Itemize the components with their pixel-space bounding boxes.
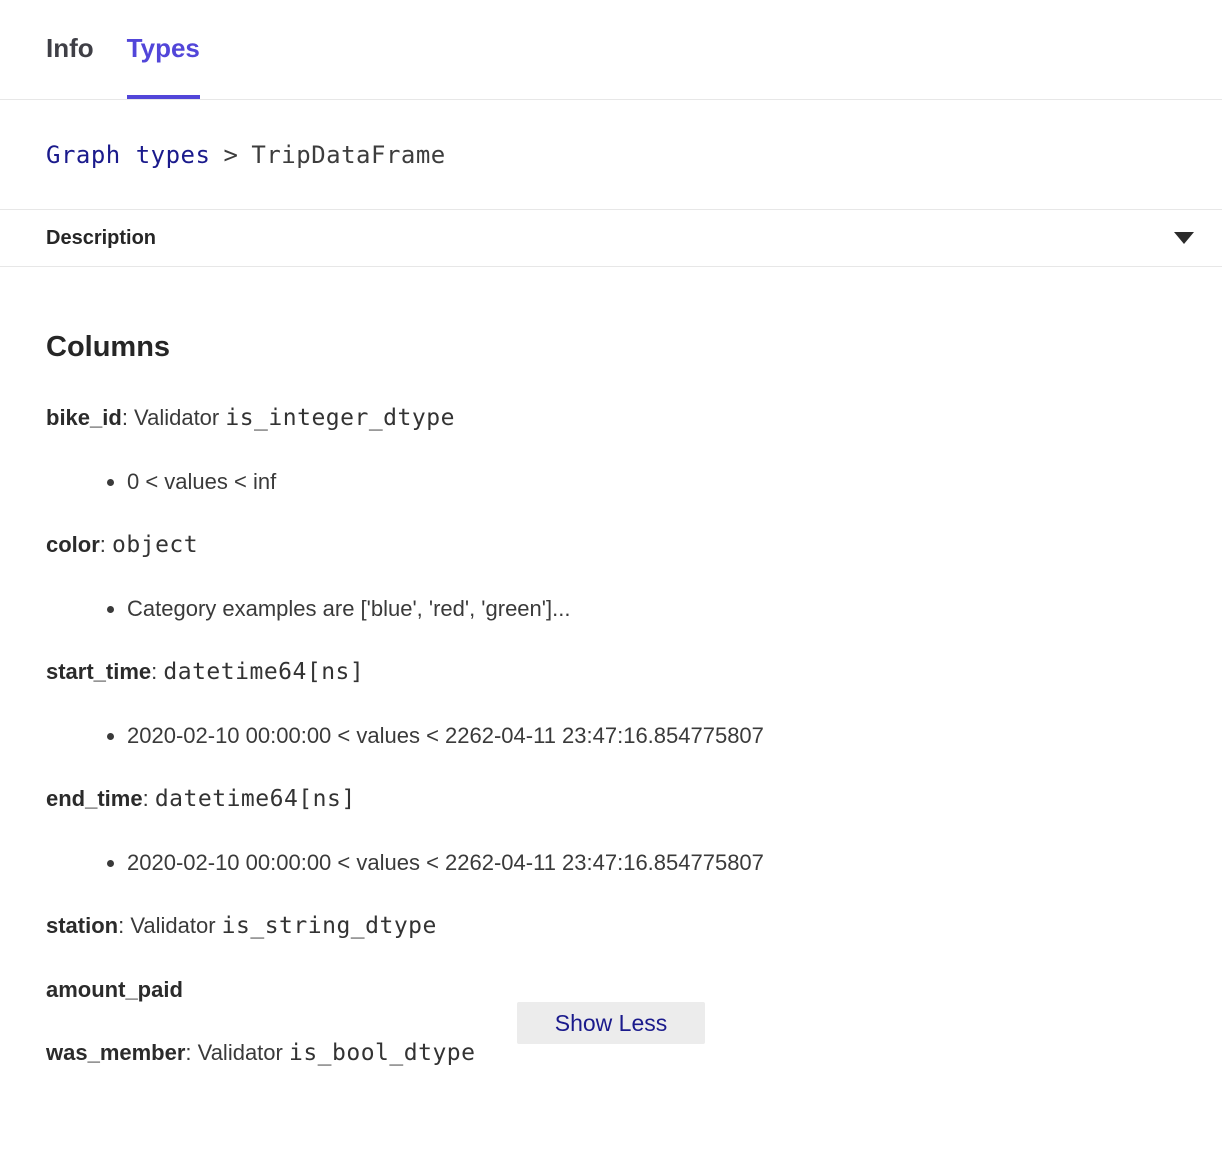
columns-list: bike_id: Validator is_integer_dtype 0 < …: [46, 404, 1176, 1067]
breadcrumb: Graph types > TripDataFrame: [0, 100, 1222, 210]
column-definition: start_time: datetime64[ns]: [46, 658, 1176, 686]
dtype-code: object: [112, 532, 198, 558]
dtype-code: is_integer_dtype: [225, 405, 455, 431]
column-definition: end_time: datetime64[ns]: [46, 785, 1176, 813]
column-name: station: [46, 913, 118, 938]
breadcrumb-separator: >: [223, 141, 238, 169]
constraint-list: 0 < values < inf: [46, 468, 1176, 495]
column-separator: :: [151, 659, 163, 684]
column-definition: bike_id: Validator is_integer_dtype: [46, 404, 1176, 432]
column-name: end_time: [46, 786, 143, 811]
description-section-header[interactable]: Description: [0, 210, 1222, 267]
column-definition: amount_paid: [46, 976, 1176, 1003]
columns-heading: Columns: [46, 331, 1176, 364]
column-definition: station: Validator is_string_dtype: [46, 912, 1176, 940]
constraint-list: 2020-02-10 00:00:00 < values < 2262-04-1…: [46, 849, 1176, 876]
column-name: was_member: [46, 1040, 185, 1065]
column-separator: :: [122, 405, 134, 430]
dtype-code: is_string_dtype: [222, 913, 437, 939]
validator-text: Validator: [198, 1040, 289, 1065]
validator-text: Validator: [130, 913, 221, 938]
dtype-code: datetime64[ns]: [155, 786, 356, 812]
breadcrumb-parent-link[interactable]: Graph types: [46, 141, 210, 169]
tab-types[interactable]: Types: [127, 0, 200, 99]
constraint-item: 0 < values < inf: [127, 468, 1176, 495]
column-entry: start_time: datetime64[ns] 2020-02-10 00…: [46, 658, 1176, 749]
column-separator: :: [143, 786, 155, 811]
dtype-code: datetime64[ns]: [163, 659, 364, 685]
column-entry: station: Validator is_string_dtype: [46, 912, 1176, 940]
column-entry: amount_paid: [46, 976, 1176, 1003]
show-less-button[interactable]: Show Less: [517, 1002, 705, 1044]
column-separator: :: [118, 913, 130, 938]
column-entry: end_time: datetime64[ns] 2020-02-10 00:0…: [46, 785, 1176, 876]
constraint-list: Category examples are ['blue', 'red', 'g…: [46, 595, 1176, 622]
column-name: amount_paid: [46, 977, 183, 1002]
column-entry: bike_id: Validator is_integer_dtype 0 < …: [46, 404, 1176, 495]
constraint-item: 2020-02-10 00:00:00 < values < 2262-04-1…: [127, 849, 1176, 876]
tab-info[interactable]: Info: [46, 0, 94, 99]
breadcrumb-current: TripDataFrame: [251, 141, 445, 169]
column-definition: color: object: [46, 531, 1176, 559]
constraint-item: Category examples are ['blue', 'red', 'g…: [127, 595, 1176, 622]
column-name: bike_id: [46, 405, 122, 430]
column-separator: :: [100, 532, 112, 557]
validator-text: Validator: [134, 405, 225, 430]
column-separator: :: [185, 1040, 197, 1065]
column-entry: color: object Category examples are ['bl…: [46, 531, 1176, 622]
column-name: color: [46, 532, 100, 557]
tab-bar: Info Types: [0, 0, 1222, 100]
constraint-list: 2020-02-10 00:00:00 < values < 2262-04-1…: [46, 722, 1176, 749]
chevron-down-icon: [1174, 232, 1194, 244]
dtype-code: is_bool_dtype: [289, 1040, 476, 1066]
constraint-item: 2020-02-10 00:00:00 < values < 2262-04-1…: [127, 722, 1176, 749]
description-label: Description: [46, 227, 156, 250]
column-name: start_time: [46, 659, 151, 684]
